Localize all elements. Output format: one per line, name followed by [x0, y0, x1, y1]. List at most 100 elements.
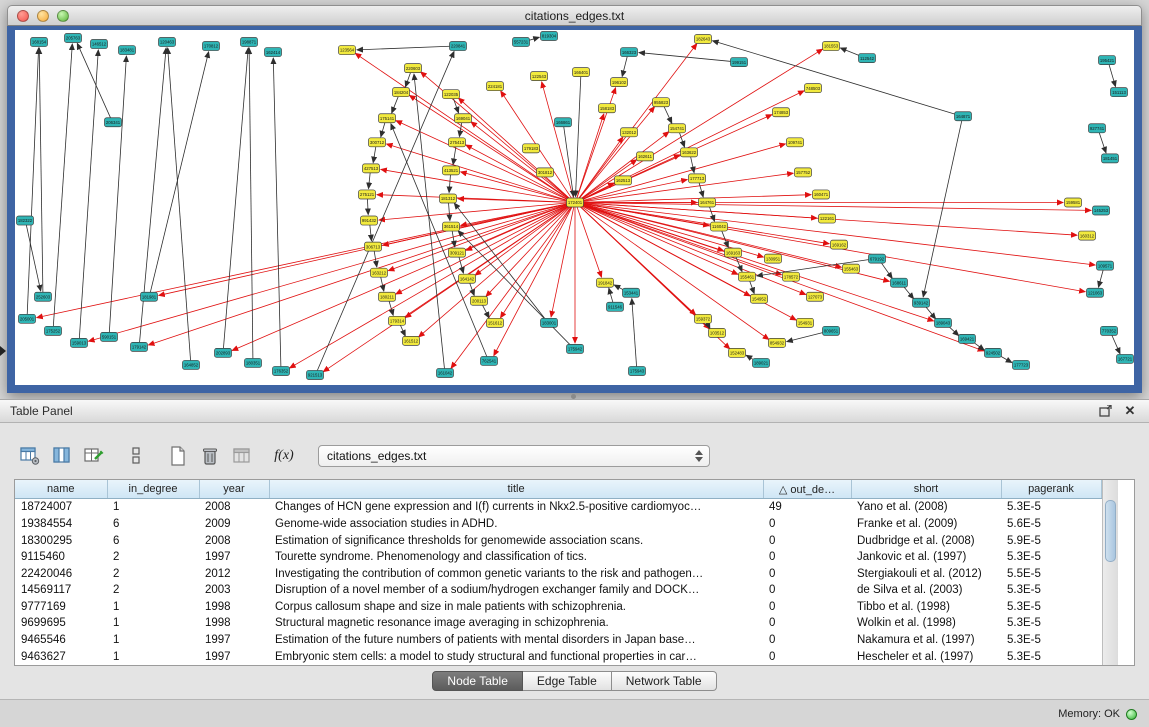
- graph-edge[interactable]: [223, 48, 248, 349]
- graph-edge[interactable]: [459, 98, 572, 200]
- graph-node[interactable]: 167721: [1117, 354, 1134, 363]
- graph-node[interactable]: 181312: [440, 194, 457, 203]
- table-row[interactable]: 1938455462009Genome-wide association stu…: [15, 516, 1101, 533]
- graph-node[interactable]: 679192: [869, 254, 886, 263]
- graph-node[interactable]: 413521: [443, 166, 460, 175]
- graph-node[interactable]: 164871: [955, 112, 972, 121]
- graph-edge[interactable]: [317, 52, 454, 372]
- graph-node[interactable]: 116042: [711, 222, 728, 231]
- graph-node[interactable]: 168154: [31, 38, 48, 47]
- zoom-window-button[interactable]: [57, 10, 69, 22]
- graph-edge[interactable]: [37, 203, 570, 317]
- graph-node[interactable]: 181553: [823, 42, 840, 51]
- graph-node[interactable]: 199151: [731, 58, 748, 67]
- graph-node[interactable]: 180211: [379, 292, 396, 301]
- graph-node[interactable]: 169163: [725, 248, 742, 257]
- graph-edge[interactable]: [501, 206, 573, 318]
- graph-edge[interactable]: [79, 50, 98, 339]
- graph-edge[interactable]: [494, 206, 573, 356]
- graph-edge[interactable]: [410, 95, 571, 200]
- graph-node[interactable]: 166401: [573, 68, 590, 77]
- graph-node[interactable]: 127073: [807, 292, 824, 301]
- graph-node[interactable]: 159581: [1065, 198, 1082, 207]
- graph-node[interactable]: 195421: [1099, 56, 1116, 65]
- graph-edge[interactable]: [580, 204, 984, 351]
- graph-edge[interactable]: [580, 203, 1095, 265]
- graph-edge[interactable]: [168, 48, 191, 361]
- graph-node[interactable]: 182643: [695, 35, 712, 44]
- tab-edge-table[interactable]: Edge Table: [523, 671, 612, 691]
- graph-node[interactable]: 175141: [379, 114, 396, 123]
- graph-node[interactable]: 123564: [339, 46, 356, 55]
- close-panel-icon[interactable]: ✕: [1121, 403, 1139, 419]
- graph-node[interactable]: 590151: [101, 332, 118, 341]
- graph-edge[interactable]: [664, 106, 672, 124]
- network-svg[interactable]: 1681542057631465121834811204631708121988…: [15, 30, 1134, 385]
- graph-node[interactable]: 151113: [1111, 88, 1128, 97]
- graph-node[interactable]: 172401: [567, 198, 584, 207]
- table-settings-button[interactable]: [16, 443, 44, 469]
- graph-node[interactable]: 196102: [611, 78, 628, 87]
- graph-node[interactable]: 164142: [459, 274, 476, 283]
- table-row[interactable]: 969969511998Structural magnetic resonanc…: [15, 615, 1101, 632]
- graph-node[interactable]: 122035: [443, 90, 460, 99]
- graph-node[interactable]: 160471: [813, 190, 830, 199]
- graph-node[interactable]: 145253: [1093, 206, 1110, 215]
- graph-edge[interactable]: [576, 76, 581, 196]
- graph-node[interactable]: 161042: [437, 368, 454, 377]
- column-header-out_degree[interactable]: △ out_de…: [763, 480, 851, 499]
- graph-edge[interactable]: [580, 195, 811, 203]
- graph-edge[interactable]: [880, 262, 892, 279]
- graph-node[interactable]: 205763: [65, 34, 82, 43]
- graph-edge[interactable]: [369, 172, 371, 188]
- graph-edge[interactable]: [396, 121, 570, 201]
- graph-node[interactable]: 130951: [765, 254, 782, 263]
- graph-node[interactable]: 181981: [141, 292, 158, 301]
- graph-node[interactable]: 112542: [859, 54, 876, 63]
- network-canvas[interactable]: 1681542057631465121834811204631708121988…: [15, 30, 1134, 385]
- graph-node[interactable]: 109741: [787, 138, 804, 147]
- graph-edge[interactable]: [367, 198, 368, 214]
- minimize-window-button[interactable]: [37, 10, 49, 22]
- graph-edge[interactable]: [736, 256, 743, 271]
- graph-edge[interactable]: [381, 122, 385, 137]
- graph-node[interactable]: 122543: [531, 72, 548, 81]
- table-row[interactable]: 946362711997Embryonic stem cells: a mode…: [15, 648, 1101, 665]
- graph-node[interactable]: 180351: [245, 358, 262, 367]
- delete-table-button[interactable]: [196, 443, 224, 469]
- graph-edge[interactable]: [580, 204, 782, 275]
- graph-node[interactable]: 202893: [215, 348, 232, 357]
- graph-node[interactable]: 921513: [307, 370, 324, 379]
- graph-node[interactable]: 309121: [449, 248, 466, 257]
- graph-edge[interactable]: [632, 299, 637, 367]
- graph-edge[interactable]: [150, 52, 208, 293]
- graph-node[interactable]: 175942: [567, 344, 584, 353]
- graph-node[interactable]: 179314: [389, 316, 406, 325]
- graph-node[interactable]: 161512: [403, 336, 420, 345]
- graph-edge[interactable]: [232, 204, 570, 350]
- graph-node[interactable]: 154741: [669, 124, 686, 133]
- graph-node[interactable]: 275413: [449, 138, 466, 147]
- graph-node[interactable]: 132012: [621, 128, 638, 137]
- new-table-button[interactable]: [164, 443, 192, 469]
- select-columns-button[interactable]: [48, 443, 76, 469]
- graph-edge[interactable]: [787, 332, 826, 342]
- table-row[interactable]: 977716911998Corpus callosum shape and si…: [15, 599, 1101, 616]
- table-scrollbar-thumb[interactable]: [1105, 500, 1116, 562]
- graph-node[interactable]: 427513: [363, 164, 380, 173]
- graph-node[interactable]: 191842: [597, 278, 614, 287]
- graph-node[interactable]: 163622: [681, 148, 698, 157]
- graph-node[interactable]: 924502: [985, 348, 1002, 357]
- graph-node[interactable]: 158183: [599, 104, 616, 113]
- graph-node[interactable]: 151612: [487, 318, 504, 327]
- graph-edge[interactable]: [713, 41, 959, 115]
- graph-edge[interactable]: [39, 48, 43, 293]
- graph-node[interactable]: 300712: [369, 138, 386, 147]
- graph-edge[interactable]: [273, 58, 281, 367]
- graph-node[interactable]: 163212: [371, 268, 388, 277]
- float-panel-icon[interactable]: [1097, 403, 1115, 419]
- graph-edge[interactable]: [699, 182, 703, 197]
- column-header-title[interactable]: title: [269, 480, 763, 499]
- graph-edge[interactable]: [357, 46, 453, 50]
- graph-node[interactable]: 174853: [773, 108, 790, 117]
